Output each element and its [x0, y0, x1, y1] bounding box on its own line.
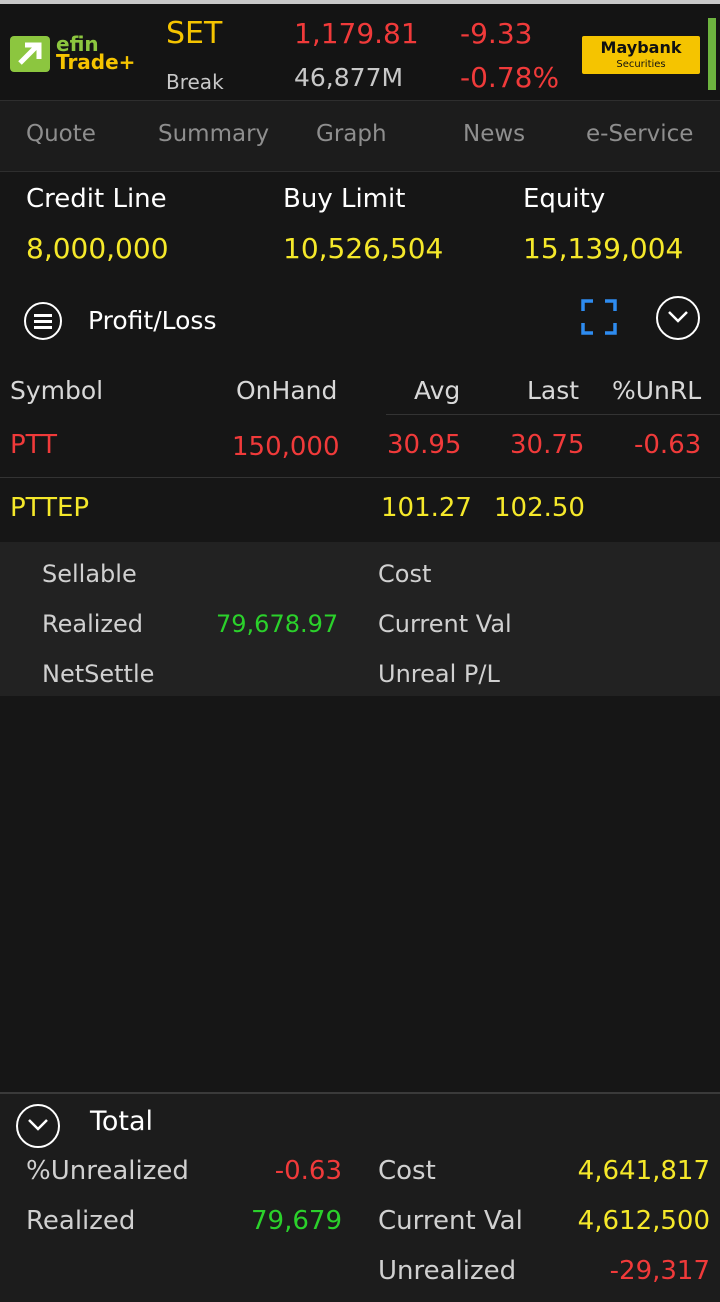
row-avg: 101.27 — [381, 493, 472, 523]
tab-bar: Quote Summary Graph News e-Service — [0, 100, 720, 172]
credit-line-value: 8,000,000 — [26, 232, 169, 265]
pct-unrealized-value: -0.63 — [274, 1156, 342, 1186]
broker-sub: Securities — [616, 59, 666, 70]
credit-line-label: Credit Line — [26, 184, 167, 214]
logo-trade-text: Trade+ — [56, 50, 136, 74]
cost-label: Cost — [378, 560, 432, 588]
total-unrealized-value: -29,317 — [609, 1256, 710, 1286]
total-current-val-label: Current Val — [378, 1206, 523, 1236]
tab-graph[interactable]: Graph — [316, 121, 387, 147]
total-title: Total — [90, 1106, 154, 1137]
col-header-symbol[interactable]: Symbol — [10, 376, 103, 405]
col-header-unrl[interactable]: %UnRL — [612, 376, 701, 405]
total-realized-label: Realized — [26, 1206, 136, 1236]
total-realized-value: 79,679 — [251, 1206, 342, 1236]
pct-unrealized-label: %Unrealized — [26, 1156, 189, 1186]
total-panel: Total %Unrealized -0.63 Realized 79,679 … — [0, 1092, 720, 1302]
market-indicator-bar — [708, 18, 716, 90]
tab-summary[interactable]: Summary — [158, 121, 269, 147]
netsettle-label: NetSettle — [42, 660, 155, 688]
index-value: 1,179.81 — [294, 17, 419, 50]
equity-value: 15,139,004 — [523, 232, 684, 265]
realized-label: Realized — [42, 610, 144, 638]
broker-name: Maybank — [600, 38, 682, 57]
market-name[interactable]: SET — [166, 18, 222, 50]
sellable-label: Sellable — [42, 560, 137, 588]
position-detail-panel: Sellable Realized 79,678.97 NetSettle Co… — [0, 542, 720, 696]
index-change: -9.33 — [460, 17, 533, 50]
buy-limit-value: 10,526,504 — [283, 232, 444, 265]
row-symbol[interactable]: PTTEP — [10, 493, 89, 523]
total-current-val-value: 4,612,500 — [577, 1206, 710, 1236]
total-unrealized-label: Unrealized — [378, 1256, 517, 1286]
realized-value: 79,678.97 — [216, 610, 339, 638]
total-cost-value: 4,641,817 — [577, 1156, 710, 1186]
list-icon[interactable] — [24, 302, 62, 340]
chevron-down-icon[interactable] — [656, 296, 700, 340]
row-last: 30.75 — [510, 430, 585, 460]
divider — [0, 477, 720, 478]
market-volume: 46,877M — [294, 63, 404, 92]
col-header-last[interactable]: Last — [527, 376, 579, 405]
current-val-label: Current Val — [378, 610, 512, 638]
tab-e-service[interactable]: e-Service — [586, 121, 693, 147]
unreal-pl-label: Unreal P/L — [378, 660, 500, 688]
index-change-pct: -0.78% — [460, 61, 560, 94]
tab-quote[interactable]: Quote — [26, 121, 96, 147]
row-last: 102.50 — [494, 493, 585, 523]
equity-label: Equity — [523, 184, 606, 214]
market-header: efin Trade+ SET Break 1,179.81 46,877M -… — [0, 4, 720, 100]
col-header-avg[interactable]: Avg — [414, 376, 460, 405]
buy-limit-label: Buy Limit — [283, 184, 406, 214]
app-logo: efin Trade+ — [10, 32, 150, 78]
divider — [386, 414, 720, 415]
chevron-down-icon[interactable] — [16, 1104, 60, 1148]
broker-logo: Maybank Securities — [582, 36, 700, 74]
col-header-onhand[interactable]: OnHand — [236, 376, 337, 405]
arrow-up-right-icon — [10, 36, 50, 72]
row-onhand: 150,000 — [232, 432, 340, 462]
market-status: Break — [166, 70, 224, 94]
section-title: Profit/Loss — [88, 306, 217, 335]
total-cost-label: Cost — [378, 1156, 436, 1186]
row-symbol[interactable]: PTT — [10, 430, 57, 460]
row-avg: 30.95 — [387, 430, 462, 460]
tab-news[interactable]: News — [463, 121, 525, 147]
fullscreen-icon[interactable] — [581, 299, 617, 335]
row-unrl: -0.63 — [634, 430, 702, 460]
